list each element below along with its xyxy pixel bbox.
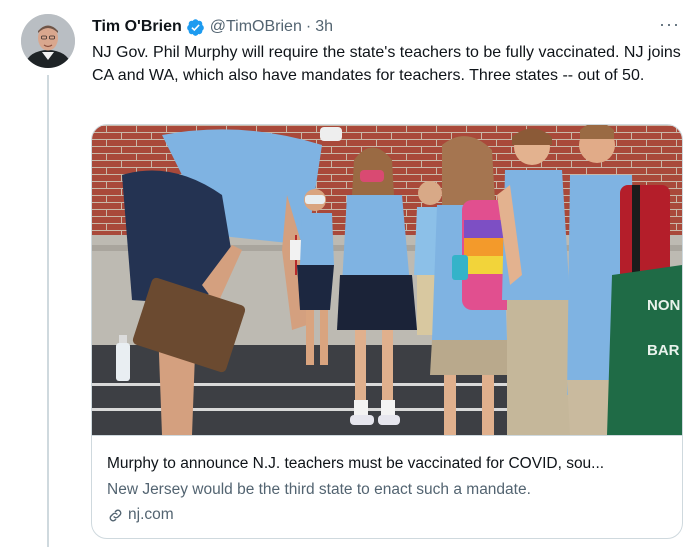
more-options-icon[interactable]: ···	[659, 15, 680, 33]
card-meta[interactable]: Murphy to announce N.J. teachers must be…	[92, 435, 682, 538]
card-image[interactable]: NON BAR	[92, 125, 682, 435]
display-name[interactable]: Tim O'Brien	[92, 18, 182, 36]
banner-text-top: NON	[647, 297, 680, 314]
card-domain-text: nj.com	[128, 506, 174, 523]
link-card[interactable]: NON BAR Murphy to announce N.J. teachers…	[91, 124, 683, 539]
user-handle[interactable]: @TimOBrien	[210, 18, 302, 36]
banner-text-bottom: BAR	[647, 342, 680, 359]
card-title[interactable]: Murphy to announce N.J. teachers must be…	[107, 455, 667, 473]
thread-line	[47, 75, 49, 547]
verified-badge-icon	[186, 18, 205, 37]
tweet-text: NJ Gov. Phil Murphy will require the sta…	[92, 44, 681, 84]
avatar-photo	[21, 14, 75, 68]
timestamp[interactable]: 3h	[315, 18, 333, 36]
card-domain[interactable]: nj.com	[107, 506, 174, 524]
card-photo: NON BAR	[92, 125, 682, 435]
card-description: New Jersey would be the third state to e…	[107, 481, 531, 498]
link-icon	[109, 509, 122, 521]
avatar[interactable]	[21, 14, 75, 68]
separator-dot: ·	[305, 18, 312, 35]
tweet-header: Tim O'Brien @TimOBrien · 3h ···	[92, 15, 680, 38]
